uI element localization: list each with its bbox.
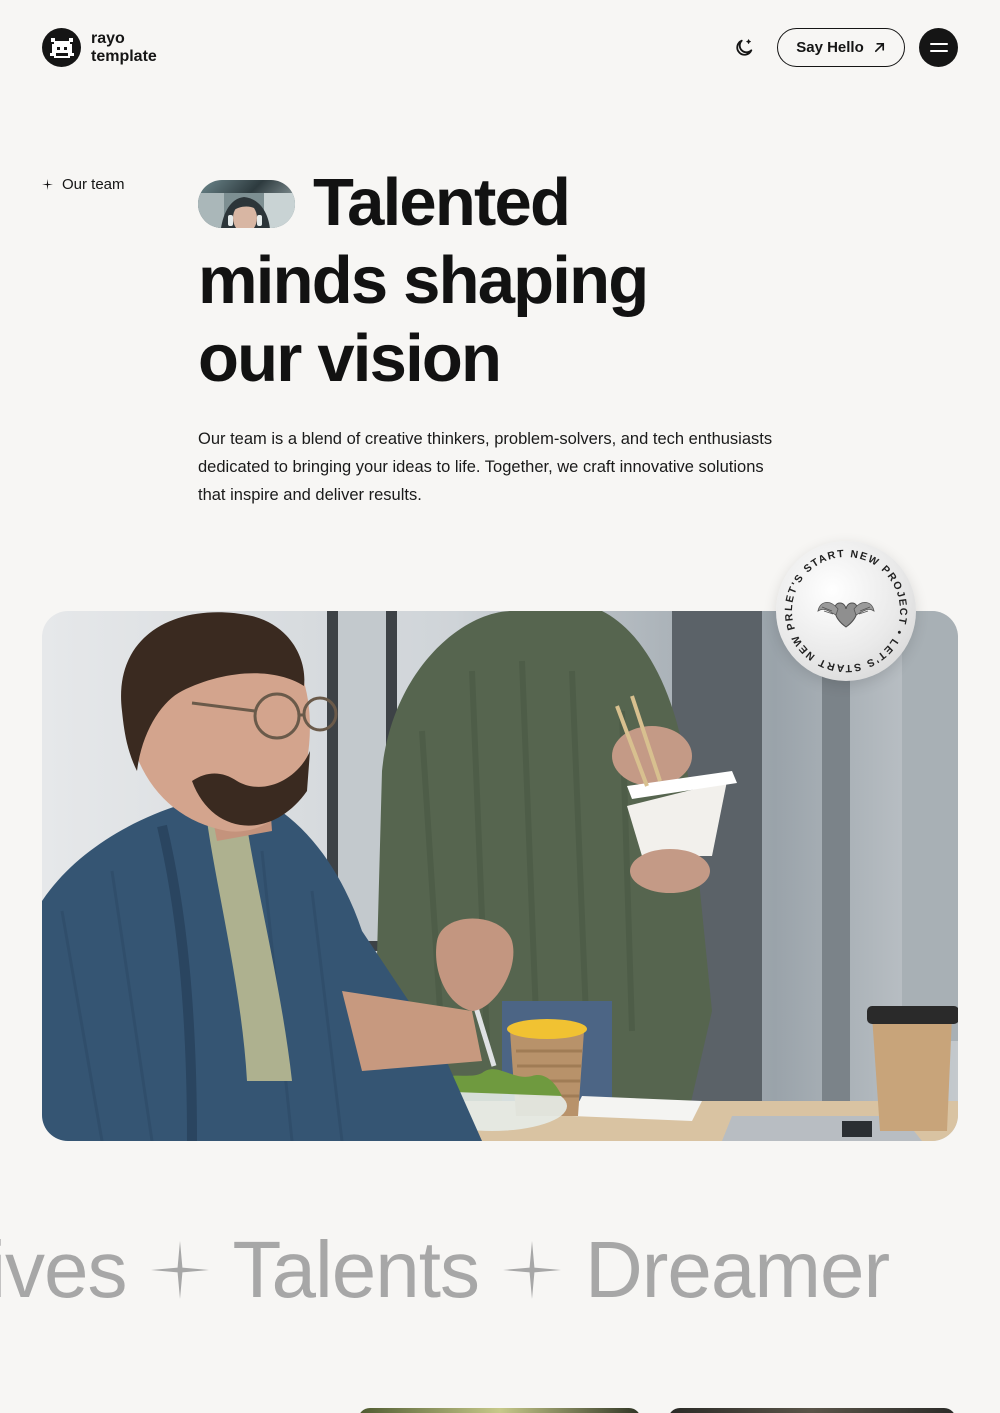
sparkle-icon [502,1241,561,1299]
logo-text: rayo template [91,30,157,66]
team-photo [42,611,958,1141]
hero-title-line-3: our vision [198,321,502,396]
logo-line-2: template [91,47,157,65]
hamburger-icon-line [929,43,948,45]
moon-stars-icon [736,39,753,56]
keyword-marquee: tives Talents Dreamer [0,1220,890,1320]
say-hello-button[interactable]: Say Hello [777,28,905,67]
say-hello-label: Say Hello [796,39,864,56]
theme-toggle-button[interactable] [731,35,757,61]
team-avatar-pill [198,180,295,228]
hamburger-icon-line [929,50,948,52]
hero-title-line-2: minds shaping [198,243,649,318]
hero-title-line-1: Talented [313,165,571,240]
hero-description: Our team is a blend of creative thinkers… [198,430,773,504]
marquee-word: Talents [232,1225,480,1314]
sparkle-icon [42,179,53,190]
hero-title: Talented minds shaping our vision [198,164,758,398]
arrow-up-right-icon [874,42,884,53]
logo-icon [42,28,81,67]
team-card-image [358,1408,641,1413]
section-label-text: Our team [62,176,125,193]
team-card-image [668,1408,956,1413]
marquee-word: Dreamer [584,1225,890,1314]
logo[interactable]: rayo template [42,28,157,67]
marquee-word: tives [0,1225,127,1314]
winged-heart-icon [817,602,875,628]
start-project-badge[interactable]: LET'S START NEW PROJECT • LET'S START NE… [771,532,916,681]
sparkle-icon [150,1241,209,1299]
section-label: Our team [42,176,125,193]
menu-button[interactable] [919,28,958,67]
logo-line-1: rayo [91,29,125,47]
